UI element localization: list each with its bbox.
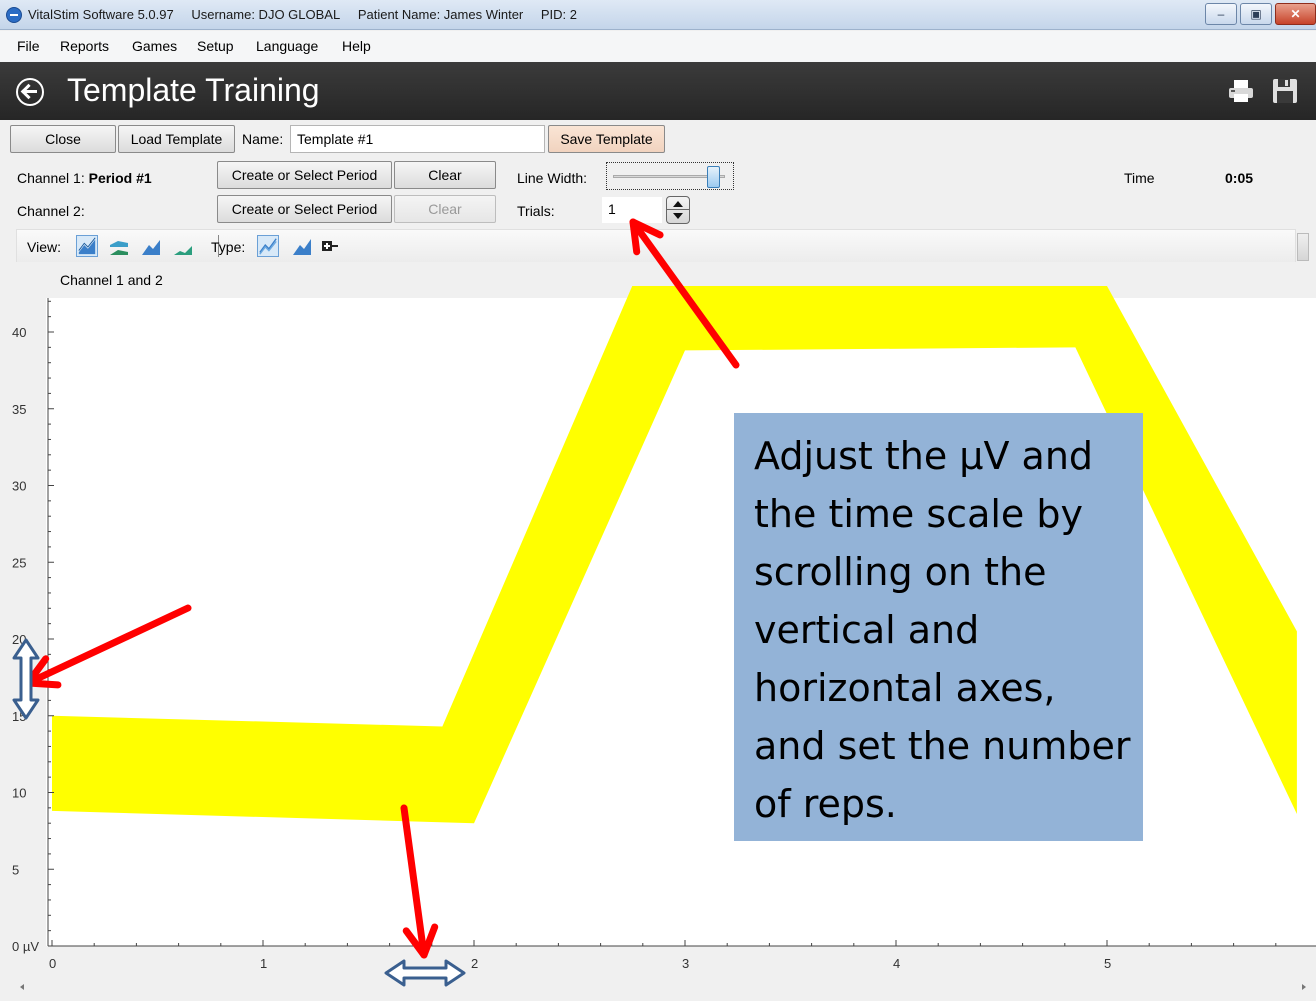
y-tick-label: 5 [12,862,19,877]
y-tick-label: 25 [12,555,26,570]
horizontal-scroll-double-arrow-icon [384,959,466,987]
annotation-text: Adjust the µV and the time scale by scro… [754,434,1131,826]
y-tick-label: 30 [12,479,26,494]
y-tick-label: 40 [12,325,26,340]
x-tick-label: 0 [49,956,56,971]
y-tick-label: 10 [12,786,26,801]
x-tick-label: 5 [1104,956,1111,971]
x-tick-label: 2 [471,956,478,971]
scroll-right-icon[interactable] [1302,984,1306,990]
vitalstim-window: VitalStim Software 5.0.97 Username: DJO … [0,0,1316,1001]
y-tick-label: 0 µV [12,939,39,954]
y-tick-label: 35 [12,402,26,417]
x-tick-label: 1 [260,956,267,971]
scroll-left-icon[interactable] [20,984,24,990]
annotation-callout: Adjust the µV and the time scale by scro… [734,413,1143,841]
x-tick-label: 4 [893,956,900,971]
x-tick-label: 3 [682,956,689,971]
